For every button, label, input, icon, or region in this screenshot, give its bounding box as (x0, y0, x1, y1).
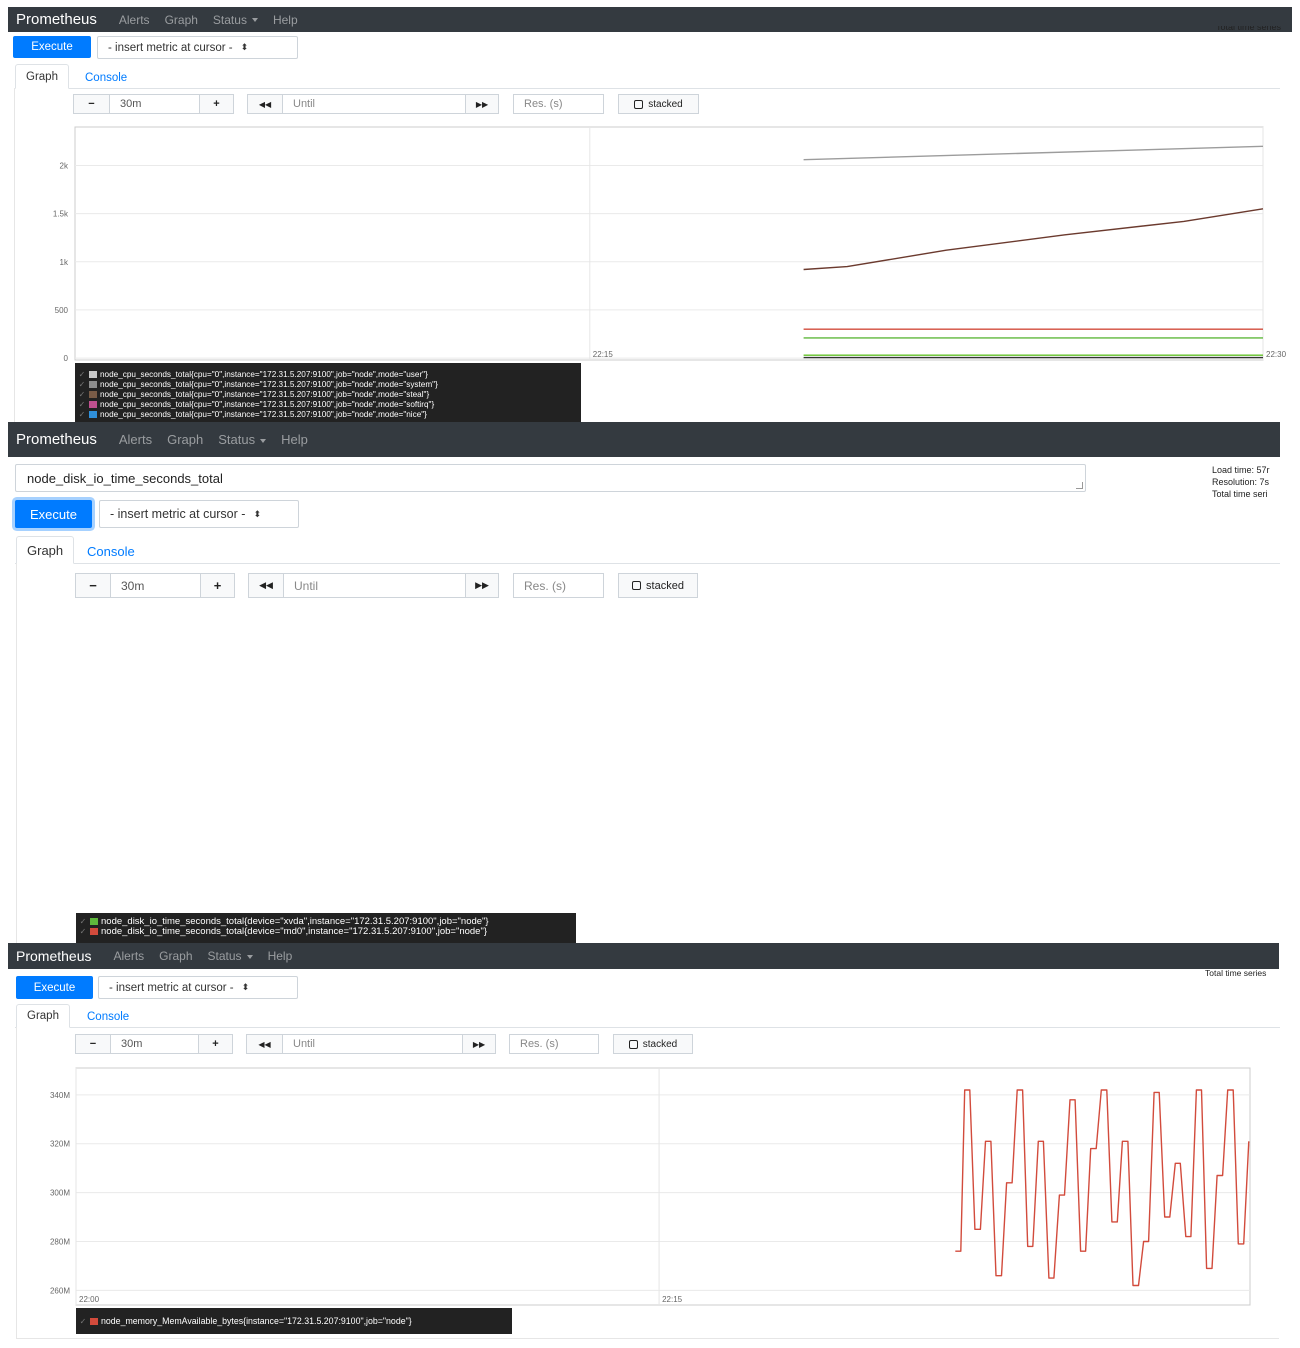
y-tick-label: 1k (60, 258, 69, 267)
legend-swatch (89, 380, 97, 388)
legend-label: node_cpu_seconds_total{cpu="0",instance=… (100, 379, 438, 389)
check-icon: ✓ (79, 916, 87, 926)
legend-swatch (90, 927, 98, 935)
legend-label: node_cpu_seconds_total{cpu="0",instance=… (100, 369, 428, 379)
plot-area (75, 1067, 1251, 1306)
memory-graph: 260M 280M 300M 320M 340M 22:00 22:15 (50, 1067, 1251, 1306)
legend-swatch (89, 370, 97, 378)
y-tick-label: 0 (64, 354, 69, 363)
legend: ✓ node_memory_MemAvailable_bytes{instance… (76, 1308, 512, 1334)
y-tick-label: 500 (55, 306, 69, 315)
panel-disk: Prometheus Alerts Graph Status Help node… (0, 422, 1300, 943)
cpu-graph: 0 500 1k 1.5k 2k 22:15 22:30 (53, 126, 1287, 363)
legend-label: node_cpu_seconds_total{cpu="0",instance=… (100, 399, 435, 409)
legend-label: node_memory_MemAvailable_bytes{instance=… (101, 1316, 412, 1326)
y-tick-label: 300M (50, 1189, 70, 1198)
legend-item[interactable]: ✓ node_disk_io_time_seconds_total{device=… (76, 925, 576, 937)
panel-cpu: Prometheus Alerts Graph Status Help Tota… (0, 0, 1300, 422)
check-icon: ✓ (78, 399, 86, 409)
y-tick-label: 280M (50, 1237, 70, 1246)
legend-item[interactable]: ✓ node_cpu_seconds_total{cpu="0",instance… (75, 369, 581, 379)
x-tick-label: 22:15 (662, 1295, 683, 1304)
legend-item[interactable]: ✓ node_cpu_seconds_total{cpu="0",instance… (75, 389, 581, 399)
legend-item[interactable]: ✓ node_disk_io_time_seconds_total{device=… (76, 916, 576, 927)
y-tick-label: 2k (60, 162, 69, 171)
legend-swatch (89, 410, 97, 418)
check-icon: ✓ (78, 409, 86, 419)
legend-swatch (89, 400, 97, 408)
x-tick-label: 22:00 (79, 1295, 100, 1304)
check-icon: ✓ (78, 389, 86, 399)
legend: ✓ node_disk_io_time_seconds_total{device=… (76, 913, 576, 943)
legend-swatch (89, 390, 97, 398)
plot-area (74, 126, 1264, 361)
x-tick-label: 22:15 (593, 350, 614, 359)
legend-label: node_disk_io_time_seconds_total{device="… (101, 925, 488, 937)
legend: ✓ node_cpu_seconds_total{cpu="0",instance… (75, 363, 581, 422)
legend-item[interactable]: ✓ node_cpu_seconds_total{cpu="0",instance… (75, 379, 581, 389)
legend-item[interactable]: ✓ node_cpu_seconds_total{cpu="0",instance… (75, 399, 581, 409)
y-tick-label: 1.5k (53, 210, 69, 219)
disk-graph: 02040608010012022:1522:30 (0, 422, 1300, 943)
y-tick-label: 340M (50, 1091, 70, 1100)
legend-swatch (90, 917, 98, 925)
check-icon: ✓ (79, 926, 87, 936)
legend-item[interactable]: ✓ node_cpu_seconds_total{cpu="0",instance… (75, 409, 581, 419)
check-icon: ✓ (79, 1316, 87, 1326)
legend-item[interactable]: ✓ node_memory_MemAvailable_bytes{instance… (76, 1316, 512, 1326)
legend-label: node_cpu_seconds_total{cpu="0",instance=… (100, 389, 430, 399)
y-tick-label: 260M (50, 1286, 70, 1295)
y-tick-label: 320M (50, 1140, 70, 1149)
legend-swatch (90, 1317, 98, 1325)
panel-memory: Prometheus Alerts Graph Status Help Tota… (0, 943, 1300, 1348)
legend-label: node_cpu_seconds_total{cpu="0",instance=… (100, 409, 427, 419)
check-icon: ✓ (78, 369, 86, 379)
check-icon: ✓ (78, 379, 86, 389)
x-tick-label: 22:30 (1266, 350, 1287, 359)
